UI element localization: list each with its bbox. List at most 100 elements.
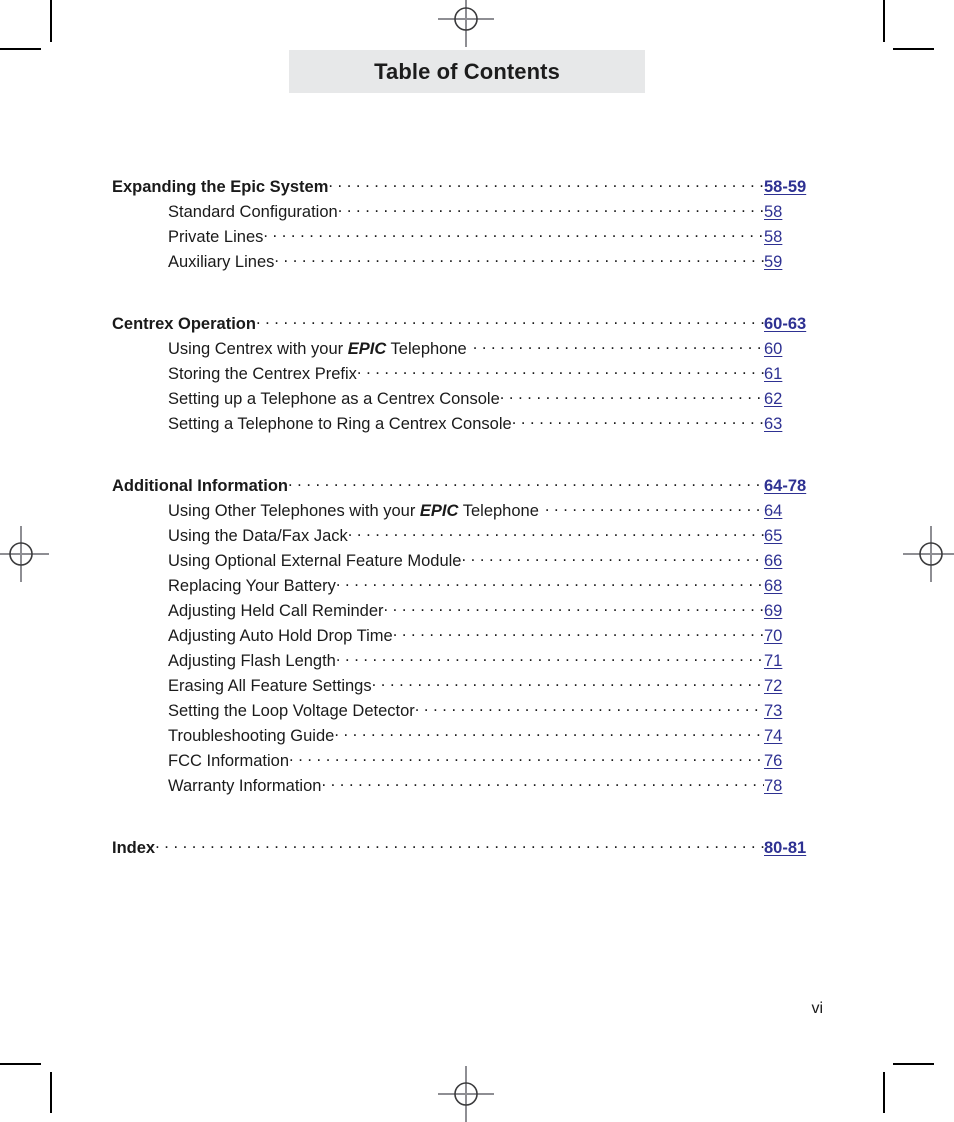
crop-mark-top-left-vertical	[50, 0, 52, 42]
toc-page-link[interactable]: 63	[764, 415, 822, 434]
toc-page-link[interactable]: 58-59	[764, 178, 822, 197]
registration-mark-left-icon	[0, 526, 49, 582]
toc-entry-row[interactable]: Standard Configuration 58	[112, 201, 822, 226]
toc-section: Additional Information 64-78 Using Other T…	[112, 475, 822, 800]
toc-page-link[interactable]: 61	[764, 365, 822, 384]
toc-entry-label: FCC Information	[168, 752, 290, 770]
leader-dots	[155, 837, 764, 853]
leader-dots	[321, 775, 764, 791]
crop-mark-bottom-right-vertical	[883, 1072, 885, 1113]
toc-entry-label: Troubleshooting Guide	[168, 727, 335, 745]
toc-heading-label: Additional Information	[112, 477, 288, 495]
toc-heading-row[interactable]: Index 80-81	[112, 837, 822, 862]
toc-heading-row[interactable]: Additional Information 64-78	[112, 475, 822, 500]
leader-dots	[545, 500, 764, 516]
toc-page-link[interactable]: 58	[764, 203, 822, 222]
toc-entry-row[interactable]: Storing the Centrex Prefix 61	[112, 363, 822, 388]
toc-page-link[interactable]: 74	[764, 727, 822, 746]
toc-entry-label: Using the Data/Fax Jack	[168, 527, 348, 545]
toc-entry-row[interactable]: Using the Data/Fax Jack 65	[112, 525, 822, 550]
leader-dots	[462, 550, 765, 566]
leader-dots	[473, 338, 764, 354]
toc-entry-label-emphasis: EPIC	[419, 502, 459, 520]
toc-page-link[interactable]: 58	[764, 228, 822, 247]
toc-page-link[interactable]: 60	[764, 340, 822, 359]
crop-mark-top-left-horizontal	[0, 48, 41, 50]
leader-dots	[372, 675, 764, 691]
leader-dots	[336, 575, 764, 591]
toc-page-link[interactable]: 59	[764, 253, 822, 272]
toc-entry-row[interactable]: Adjusting Flash Length 71	[112, 650, 822, 675]
toc-page-link[interactable]: 64	[764, 502, 822, 521]
leader-dots	[289, 750, 764, 766]
toc-heading-label: Expanding the Epic System	[112, 178, 329, 196]
crop-mark-top-right-horizontal	[893, 48, 934, 50]
toc-entry-row[interactable]: Using Other Telephones with your EPIC Te…	[112, 500, 822, 525]
toc-page-link[interactable]: 68	[764, 577, 822, 596]
toc-page-link[interactable]: 73	[764, 702, 822, 721]
toc-page-link[interactable]: 71	[764, 652, 822, 671]
toc-entry-row[interactable]: Adjusting Auto Hold Drop Time 70	[112, 625, 822, 650]
toc-entry-label-prefix: Using Other Telephones with your	[168, 502, 420, 520]
toc-section: Index 80-81	[112, 837, 822, 862]
leader-dots	[415, 700, 764, 716]
toc-entry-row[interactable]: Setting the Loop Voltage Detector 73	[112, 700, 822, 725]
toc-entry-row[interactable]: Warranty Information 78	[112, 775, 822, 800]
toc-entry-label: Using Optional External Feature Module	[168, 552, 462, 570]
toc-entry-row[interactable]: Setting up a Telephone as a Centrex Cons…	[112, 388, 822, 413]
toc-entry-row[interactable]: Erasing All Feature Settings 72	[112, 675, 822, 700]
toc-heading-label: Index	[112, 839, 156, 857]
toc-entry-row[interactable]: Auxiliary Lines 59	[112, 251, 822, 276]
toc-entry-label: Adjusting Flash Length	[168, 652, 336, 670]
leader-dots	[336, 650, 764, 666]
leader-dots	[274, 251, 764, 267]
toc-entry-label: Setting a Telephone to Ring a Centrex Co…	[168, 415, 512, 433]
toc-page-link[interactable]: 80-81	[764, 839, 822, 858]
toc-entry-label: Setting up a Telephone as a Centrex Cons…	[168, 390, 500, 408]
toc-entry-row[interactable]: Replacing Your Battery 68	[112, 575, 822, 600]
toc-entry-label: Setting the Loop Voltage Detector	[168, 702, 415, 720]
toc-entry-row[interactable]: Private Lines 58	[112, 226, 822, 251]
toc-entry-label: Private Lines	[168, 228, 264, 246]
toc-entry-row[interactable]: Using Centrex with your EPIC Telephone 60	[112, 338, 822, 363]
toc-entry-row[interactable]: Using Optional External Feature Module 66	[112, 550, 822, 575]
toc-entry-label: Adjusting Auto Hold Drop Time	[168, 627, 393, 645]
toc-page-link[interactable]: 65	[764, 527, 822, 546]
toc-entry-label-suffix: Telephone	[458, 502, 539, 520]
toc-heading-row[interactable]: Centrex Operation 60-63	[112, 313, 822, 338]
toc-page-link[interactable]: 69	[764, 602, 822, 621]
crop-mark-top-right-vertical	[883, 0, 885, 42]
toc-page-link[interactable]: 60-63	[764, 315, 822, 334]
toc-entry-row[interactable]: Troubleshooting Guide 74	[112, 725, 822, 750]
toc-entry-label-emphasis: EPIC	[347, 340, 387, 358]
toc-entry-label: Using Other Telephones with your EPIC Te…	[168, 502, 545, 521]
toc-page-link[interactable]: 62	[764, 390, 822, 409]
page-number-folio: vi	[811, 1000, 823, 1017]
toc-page-link[interactable]: 66	[764, 552, 822, 571]
toc-entry-label: Warranty Information	[168, 777, 322, 795]
toc-page-link[interactable]: 78	[764, 777, 822, 796]
table-of-contents: Expanding the Epic System 58-59 Standard C…	[112, 176, 822, 862]
toc-entry-label: Adjusting Held Call Reminder	[168, 602, 384, 620]
leader-dots	[500, 388, 764, 404]
leader-dots	[512, 413, 764, 429]
toc-page-link[interactable]: 64-78	[764, 477, 822, 496]
toc-page-link[interactable]: 76	[764, 752, 822, 771]
toc-page-link[interactable]: 72	[764, 677, 822, 696]
toc-entry-label: Standard Configuration	[168, 203, 338, 221]
crop-mark-bottom-right-horizontal	[893, 1063, 934, 1065]
toc-entry-row[interactable]: FCC Information 76	[112, 750, 822, 775]
registration-mark-bottom-icon	[438, 1066, 494, 1122]
toc-page-link[interactable]: 70	[764, 627, 822, 646]
toc-section: Expanding the Epic System 58-59 Standard C…	[112, 176, 822, 276]
crop-mark-bottom-left-horizontal	[0, 1063, 41, 1065]
toc-entry-row[interactable]: Adjusting Held Call Reminder 69	[112, 600, 822, 625]
toc-entry-row[interactable]: Setting a Telephone to Ring a Centrex Co…	[112, 413, 822, 438]
toc-entry-label: Storing the Centrex Prefix	[168, 365, 357, 383]
toc-heading-row[interactable]: Expanding the Epic System 58-59	[112, 176, 822, 201]
toc-section: Centrex Operation 60-63 Using Centrex with…	[112, 313, 822, 438]
leader-dots	[288, 475, 764, 491]
toc-entry-label-suffix: Telephone	[386, 340, 467, 358]
leader-dots	[393, 625, 764, 641]
leader-dots	[384, 600, 764, 616]
